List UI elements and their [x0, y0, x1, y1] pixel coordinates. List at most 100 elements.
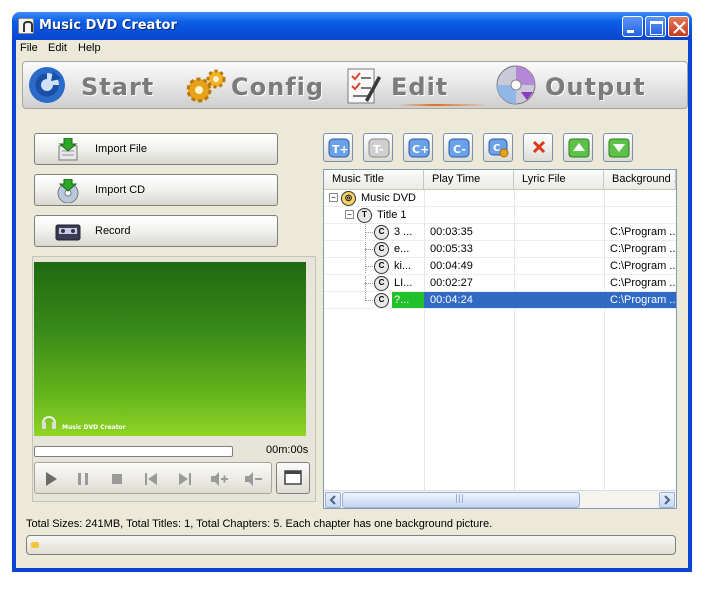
collapse-icon[interactable]: − — [329, 193, 338, 202]
title-bar[interactable]: Music DVD Creator — [12, 12, 692, 40]
chapter-row[interactable]: C e... 00:05:33 C:\Program ... — [324, 241, 676, 258]
chapter-name: ?... — [392, 292, 424, 308]
progress-fill — [31, 542, 39, 548]
import-cd-button[interactable]: Import CD — [34, 174, 278, 206]
pause-icon[interactable] — [73, 469, 93, 489]
title-node-icon: T — [357, 208, 372, 223]
import-cd-label: Import CD — [95, 184, 146, 196]
column-header-music-title[interactable]: Music Title — [324, 170, 424, 190]
record-label: Record — [95, 225, 131, 237]
move-up-button[interactable] — [563, 133, 593, 162]
column-header-play-time[interactable]: Play Time — [424, 170, 514, 190]
minimize-button[interactable] — [622, 16, 643, 37]
step-config[interactable]: Config — [183, 64, 323, 108]
svg-text:C-: C- — [453, 143, 466, 156]
output-progress-bar — [26, 535, 676, 555]
fullscreen-button[interactable] — [276, 462, 310, 494]
column-header-background[interactable]: Background ... — [604, 170, 676, 190]
scroll-left-button[interactable] — [325, 492, 341, 508]
chapter-node-icon: C — [374, 242, 389, 257]
step-start[interactable]: Start — [27, 64, 157, 108]
client-area: File Edit Help Start Config Edit Output … — [16, 40, 688, 568]
remove-chapter-icon: C- — [448, 138, 470, 158]
chapter-node-icon: C — [374, 259, 389, 274]
step-output[interactable]: Output — [495, 64, 655, 108]
collapse-icon[interactable]: − — [345, 210, 354, 219]
chapter-time: 00:04:24 — [430, 294, 473, 306]
add-title-icon: T+ — [328, 138, 350, 158]
playback-progress[interactable] — [34, 446, 233, 457]
app-headphones-icon — [18, 18, 34, 34]
next-icon[interactable] — [175, 469, 195, 489]
chapter-background: C:\Program ... — [610, 260, 676, 272]
video-preview: Music DVD Creator — [34, 262, 306, 436]
title-label: Title 1 — [377, 209, 407, 221]
close-icon — [673, 21, 686, 34]
horizontal-scrollbar[interactable]: ||| — [324, 490, 676, 508]
menu-edit[interactable]: Edit — [48, 42, 67, 54]
edit-checklist-icon — [347, 68, 381, 104]
remove-title-button[interactable]: T- — [363, 133, 393, 162]
chapter-background: C:\Program ... — [610, 226, 676, 238]
chapter-time: 00:03:35 — [430, 226, 473, 238]
volume-up-icon[interactable] — [209, 469, 229, 489]
import-file-label: Import File — [95, 143, 147, 155]
chapter-time: 00:04:49 — [430, 260, 473, 272]
svg-text:C: C — [493, 143, 500, 154]
volume-down-icon[interactable] — [243, 469, 263, 489]
chapter-node-icon: C — [374, 293, 389, 308]
chapter-settings-icon: C — [488, 138, 509, 158]
chapter-time: 00:02:27 — [430, 277, 473, 289]
move-down-icon — [608, 138, 630, 158]
tree-row-root[interactable]: − ◎ Music DVD — [324, 190, 676, 207]
chapter-settings-button[interactable]: C — [483, 133, 513, 162]
remove-title-icon: T- — [368, 138, 390, 158]
add-chapter-icon: C+ — [408, 138, 430, 158]
step-edit-label: Edit — [391, 73, 449, 101]
playback-controls — [34, 462, 272, 494]
status-text: Total Sizes: 241MB, Total Titles: 1, Tot… — [26, 518, 493, 530]
move-down-button[interactable] — [603, 133, 633, 162]
remove-chapter-button[interactable]: C- — [443, 133, 473, 162]
active-step-indicator — [398, 104, 488, 106]
svg-text:C+: C+ — [412, 143, 429, 156]
disc-icon — [496, 65, 536, 105]
chapter-tree-table[interactable]: Music Title Play Time Lyric File Backgro… — [323, 169, 677, 509]
scroll-right-button[interactable] — [659, 492, 675, 508]
preview-caption: Music DVD Creator — [62, 424, 126, 431]
delete-button[interactable] — [523, 133, 553, 162]
step-edit[interactable]: Edit — [345, 64, 485, 108]
import-cd-icon — [57, 179, 79, 203]
import-file-icon — [58, 138, 78, 161]
step-toolbar: Start Config Edit Output — [22, 61, 688, 109]
step-config-label: Config — [231, 73, 325, 101]
chapter-row[interactable]: C ki... 00:04:49 C:\Program ... — [324, 258, 676, 275]
chapter-row-selected[interactable]: C ?... 00:04:24 C:\Program ... — [324, 292, 676, 309]
tree-row-title[interactable]: − T Title 1 — [324, 207, 676, 224]
scroll-grip: ||| — [455, 494, 465, 504]
record-button[interactable]: Record — [34, 215, 278, 247]
chapter-name: ki... — [394, 260, 412, 272]
chapter-name: LI... — [394, 277, 413, 289]
delete-icon — [532, 140, 546, 154]
stop-icon[interactable] — [107, 469, 127, 489]
menu-help[interactable]: Help — [78, 42, 101, 54]
menu-file[interactable]: File — [20, 42, 38, 54]
play-icon[interactable] — [41, 469, 61, 489]
add-chapter-button[interactable]: C+ — [403, 133, 433, 162]
chapter-row[interactable]: C LI... 00:02:27 C:\Program ... — [324, 275, 676, 292]
scroll-thumb[interactable]: ||| — [342, 492, 580, 508]
chapter-node-icon: C — [374, 276, 389, 291]
chapter-background: C:\Program ... — [610, 243, 676, 255]
chapter-row[interactable]: C 3 ... 00:03:35 C:\Program ... — [324, 224, 676, 241]
add-title-button[interactable]: T+ — [323, 133, 353, 162]
start-refresh-icon — [29, 67, 65, 103]
chapter-background: C:\Program ... — [610, 277, 676, 289]
close-button[interactable] — [668, 16, 689, 37]
import-file-button[interactable]: Import File — [34, 133, 278, 165]
app-window: Music DVD Creator File Edit Help Start C… — [12, 12, 692, 572]
chapter-background: C:\Program ... — [610, 294, 676, 306]
previous-icon[interactable] — [141, 469, 161, 489]
maximize-button[interactable] — [645, 16, 666, 37]
column-header-lyric-file[interactable]: Lyric File — [514, 170, 604, 190]
